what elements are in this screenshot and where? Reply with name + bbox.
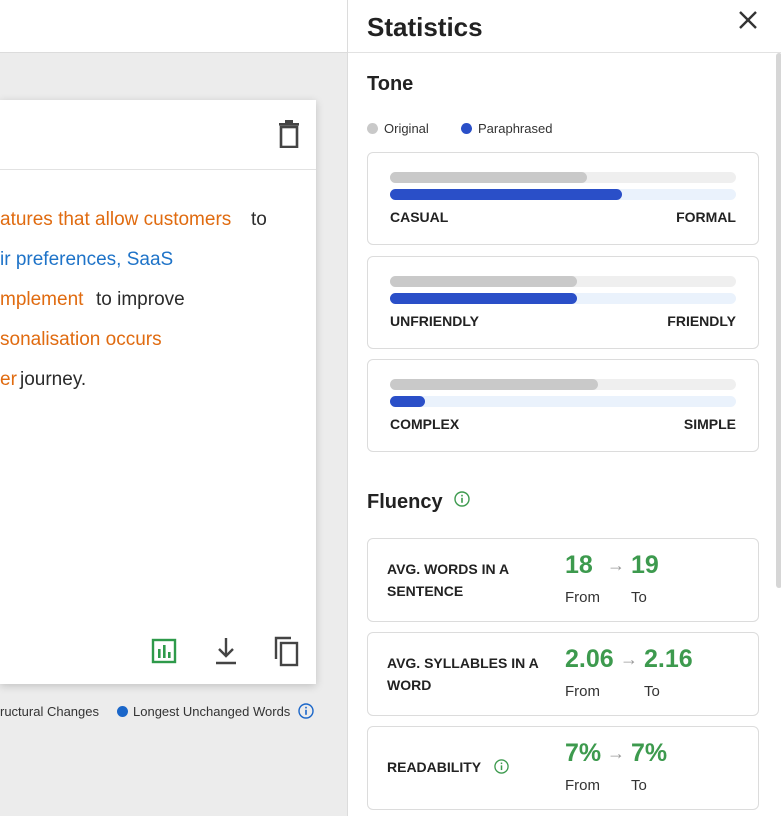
editor-toolbar: [0, 0, 347, 53]
original-bar: [390, 379, 598, 390]
metric-to-value: 2.16: [644, 645, 693, 673]
plain-text: to improve: [96, 289, 185, 310]
paraphrased-track: [390, 293, 736, 304]
bar-chart-icon[interactable]: [150, 635, 178, 667]
changed-phrase[interactable]: atures that allow customers: [0, 200, 231, 240]
document-header: [0, 100, 316, 170]
metric-to-value: 19: [631, 551, 659, 579]
arrow-right-icon: →: [607, 743, 625, 763]
fluency-heading: Fluency: [367, 491, 470, 514]
text-line: mplement to improve: [0, 280, 316, 320]
from-label: From: [565, 589, 600, 606]
scale-right-label: FRIENDLY: [667, 313, 736, 329]
download-icon[interactable]: [212, 635, 240, 667]
to-label: To: [631, 589, 647, 606]
metric-from-value: 2.06: [565, 645, 614, 673]
text-line: atures that allow customers to: [0, 200, 316, 240]
info-icon[interactable]: [494, 759, 509, 774]
tone-card-complexity: COMPLEX SIMPLE: [367, 359, 759, 452]
metric-from-value: 7%: [565, 739, 602, 767]
tone-legend: Original Paraphrased: [367, 121, 667, 137]
scale-left-label: COMPLEX: [390, 416, 460, 432]
legend-longest-unchanged: Longest Unchanged Words: [133, 704, 291, 719]
fluency-card-words: AVG. WORDS IN A SENTENCE 18 → 19 From To: [367, 538, 759, 622]
original-track: [390, 379, 736, 390]
original-track: [390, 172, 736, 183]
changed-phrase[interactable]: er: [0, 360, 17, 400]
metric-label-row: READABILITY: [387, 756, 547, 778]
changed-phrase[interactable]: mplement: [0, 280, 83, 320]
paraphrased-bar: [390, 293, 577, 304]
metric-from-value: 18: [565, 551, 593, 579]
output-document-card: atures that allow customers to ir prefer…: [0, 100, 316, 684]
paraphrased-bar: [390, 396, 425, 407]
info-icon[interactable]: [298, 703, 314, 719]
arrow-right-icon: →: [620, 649, 638, 669]
statistics-panel: Statistics Tone Original Paraphrased CAS…: [347, 0, 781, 816]
to-label: To: [644, 683, 660, 700]
close-icon[interactable]: [737, 9, 759, 31]
changed-phrase[interactable]: sonalisation occurs: [0, 320, 162, 360]
to-label: To: [631, 777, 647, 794]
paraphrased-track: [390, 189, 736, 200]
document-toolbar: [0, 635, 316, 667]
tone-heading: Tone: [367, 73, 414, 95]
paraphrased-text[interactable]: atures that allow customers to ir prefer…: [0, 200, 316, 400]
blue-dot-icon: [117, 706, 128, 717]
panel-header: Statistics: [348, 0, 781, 53]
scrollbar[interactable]: [776, 53, 781, 588]
text-line: ir preferences, SaaS: [0, 240, 316, 280]
unchanged-phrase[interactable]: ir preferences, SaaS: [0, 240, 173, 280]
tone-card-formality: CASUAL FORMAL: [367, 152, 759, 245]
paraphrased-track: [390, 396, 736, 407]
fluency-title: Fluency: [367, 491, 443, 513]
legend-original: Original: [384, 121, 429, 136]
original-dot-icon: [367, 123, 378, 134]
original-track: [390, 276, 736, 287]
scale-left-label: CASUAL: [390, 209, 449, 225]
original-bar: [390, 172, 588, 183]
legend-structural-changes: ructural Changes: [0, 704, 99, 719]
scale-left-label: UNFRIENDLY: [390, 313, 479, 329]
metric-label: AVG. SYLLABLES IN A WORD: [387, 655, 539, 693]
scale-right-label: FORMAL: [676, 209, 736, 225]
paraphrased-bar: [390, 189, 622, 200]
metric-label: AVG. WORDS IN A SENTENCE: [387, 561, 509, 599]
from-label: From: [565, 683, 600, 700]
panel-title: Statistics: [367, 12, 483, 42]
info-icon[interactable]: [454, 491, 470, 507]
original-bar: [390, 276, 577, 287]
metric-label: READABILITY: [387, 759, 481, 775]
legend-paraphrased: Paraphrased: [478, 121, 553, 136]
text-line: sonalisation occurs: [0, 320, 316, 360]
paraphrased-dot-icon: [461, 123, 472, 134]
arrow-right-icon: →: [607, 555, 625, 575]
fluency-card-readability: READABILITY 7% → 7% From To: [367, 726, 759, 810]
editor-area: atures that allow customers to ir prefer…: [0, 0, 347, 816]
tone-card-friendliness: UNFRIENDLY FRIENDLY: [367, 256, 759, 349]
scale-right-label: SIMPLE: [683, 416, 736, 432]
fluency-card-syllables: AVG. SYLLABLES IN A WORD 2.06 → 2.16 Fro…: [367, 632, 759, 716]
text-line: er journey.: [0, 360, 316, 400]
from-label: From: [565, 777, 600, 794]
plain-text: to: [251, 209, 267, 230]
highlight-legend: ructural Changes Longest Unchanged Words: [0, 700, 340, 724]
copy-icon[interactable]: [272, 635, 300, 667]
metric-to-value: 7%: [631, 739, 668, 767]
plain-text: journey.: [20, 369, 87, 390]
trash-icon[interactable]: [278, 120, 300, 148]
